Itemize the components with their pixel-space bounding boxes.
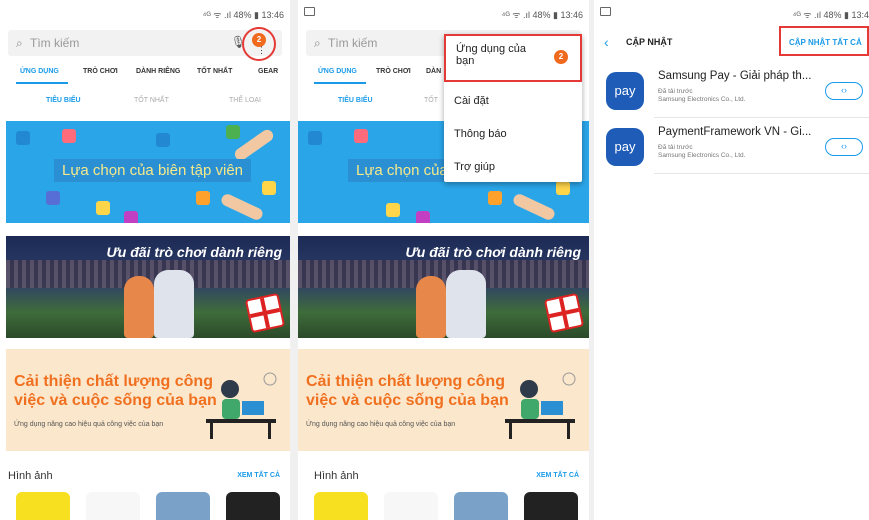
banner-productivity-line1: Cải thiện chất lượng công: [306, 373, 505, 390]
office-illustration: [505, 372, 576, 439]
tab-top[interactable]: TỐT NHẤT: [197, 68, 232, 75]
app-thumbnail[interactable]: [454, 492, 508, 520]
app-thumbnail[interactable]: [226, 492, 280, 520]
section-title: Hình ảnh: [8, 470, 53, 482]
banner-editor-choice-title: Lựa chọn của biên tập viên: [54, 159, 252, 182]
image-icon: [600, 7, 611, 16]
games-offer-banner[interactable]: Ưu đãi trò chơi dành riêng: [298, 236, 589, 338]
more-vert-icon: ⋮: [257, 45, 266, 55]
app-developer: Samsung Electronics Co., Ltd.: [658, 96, 746, 103]
editor-choice-banner[interactable]: Lựa chọn của biên tập viên: [6, 121, 290, 223]
more-options-button[interactable]: 2 ⋮: [242, 27, 276, 61]
status-bar: ⁴ᴳ ᯤ .ıl 48% ▮ 13:4: [594, 0, 869, 26]
banner-productivity-subtitle: Ứng dụng nâng cao hiệu quả công việc của…: [14, 421, 164, 428]
app-update-row[interactable]: pay Samsung Pay - Giải pháp th... Đã tải…: [594, 62, 869, 118]
productivity-banner[interactable]: Cải thiện chất lượng công việc và cuộc s…: [6, 349, 290, 451]
search-bar[interactable]: ⌕ Tìm kiếm 🎙 2 ⋮: [8, 27, 282, 61]
banner-productivity-subtitle: Ứng dụng nâng cao hiệu quả công việc của…: [306, 421, 456, 428]
banner-productivity-line2: việc và cuộc sống của bạn: [14, 392, 217, 409]
gift-icon: [543, 292, 585, 334]
update-button[interactable]: ‹›: [825, 82, 863, 100]
section-title: Hình ảnh: [314, 470, 359, 482]
update-button[interactable]: ‹›: [825, 138, 863, 156]
image-icon: [304, 7, 315, 16]
app-update-row[interactable]: pay PaymentFramework VN - Gi... Đã tải t…: [594, 118, 869, 174]
menu-item-notifications[interactable]: Thông báo: [444, 117, 582, 151]
search-placeholder: Tìm kiếm: [30, 36, 80, 50]
tab-apps[interactable]: ỨNG DỤNG: [20, 68, 59, 75]
banner-productivity-line2: việc và cuộc sống của bạn: [306, 392, 509, 409]
subtab-categories[interactable]: THỂ LOẠI: [229, 97, 261, 104]
see-all-link[interactable]: XEM TẤT CẢ: [237, 472, 280, 479]
banner-productivity-line1: Cải thiện chất lượng công: [14, 373, 213, 390]
update-all-label: CẬP NHẬT TẤT CẢ: [789, 38, 862, 47]
subtab-featured[interactable]: TIÊU BIỂU: [338, 97, 373, 104]
tab-gear[interactable]: GEAR: [258, 68, 278, 75]
images-section-header: Hình ảnh XEM TẤT CẢ: [314, 470, 581, 484]
tab-indicator: [16, 82, 68, 84]
search-icon: ⌕: [314, 36, 321, 50]
tab-games[interactable]: TRÒ CHƠI: [83, 68, 118, 75]
banner-games-title: Ưu đãi trò chơi dành riêng: [106, 244, 282, 260]
tab-indicator: [314, 82, 366, 84]
app-name: Samsung Pay - Giải pháp th...: [658, 70, 812, 82]
page-title: CẬP NHẬT: [626, 37, 673, 47]
search-icon: ⌕: [16, 36, 23, 50]
app-status: Đã tải trước: [658, 144, 693, 151]
app-thumbnail[interactable]: [86, 492, 140, 520]
see-all-link[interactable]: XEM TẤT CẢ: [536, 472, 579, 479]
samsung-pay-icon: pay: [606, 72, 644, 110]
status-bar: ⁴ᴳ ᯤ .ıl 48% ▮ 13:46: [0, 0, 290, 26]
banner-games-title: Ưu đãi trò chơi dành riêng: [405, 244, 581, 260]
gift-icon: [244, 292, 286, 334]
menu-item-label: Trợ giúp: [454, 161, 496, 173]
updates-header: ‹ CẬP NHẬT CẬP NHẬT TẤT CẢ: [594, 26, 869, 60]
row-divider: [654, 173, 869, 174]
galaxy-apps-menu-panel: ⁴ᴳ ᯤ .ıl 48% ▮ 13:46 ⌕ Tìm kiếm ỨNG DỤNG…: [298, 0, 589, 520]
app-thumbnail[interactable]: [16, 492, 70, 520]
panel-separator: [290, 0, 298, 520]
status-text: ⁴ᴳ ᯤ .ıl 48% ▮ 13:4: [792, 10, 869, 20]
subtab-top[interactable]: TỐT NHẤT: [134, 97, 169, 104]
banner-editor-choice-title: Lựa chọn của: [348, 159, 456, 182]
menu-badge: 2: [554, 50, 568, 64]
updates-panel: ⁴ᴳ ᯤ .ıl 48% ▮ 13:4 ‹ CẬP NHẬT CẬP NHẬT …: [594, 0, 869, 520]
menu-item-label: Cài đặt: [454, 95, 489, 107]
app-thumbnail[interactable]: [524, 492, 578, 520]
app-thumbnail[interactable]: [156, 492, 210, 520]
app-thumbnail[interactable]: [384, 492, 438, 520]
app-thumbnails: [306, 492, 589, 520]
back-arrow-icon[interactable]: ‹: [604, 34, 609, 50]
menu-item-help[interactable]: Trợ giúp: [444, 150, 582, 184]
app-developer: Samsung Electronics Co., Ltd.: [658, 152, 746, 159]
payment-framework-icon: pay: [606, 128, 644, 166]
status-text: ⁴ᴳ ᯤ .ıl 48% ▮ 13:46: [501, 10, 583, 20]
app-status: Đã tải trước: [658, 88, 693, 95]
overflow-menu: Ứng dụng của bạn 2 Cài đặt Thông báo Trợ…: [444, 34, 582, 182]
update-all-button[interactable]: CẬP NHẬT TẤT CẢ: [779, 26, 869, 56]
tab-exclusive[interactable]: DÀNH RIÊNG: [136, 68, 180, 75]
menu-item-your-apps[interactable]: Ứng dụng của bạn 2: [444, 34, 582, 82]
images-section-header: Hình ảnh XEM TẤT CẢ: [8, 470, 282, 484]
productivity-banner[interactable]: Cải thiện chất lượng công việc và cuộc s…: [298, 349, 589, 451]
sub-tabs: TIÊU BIỂU TỐT NHẤT THỂ LOẠI: [0, 97, 290, 111]
app-name: PaymentFramework VN - Gi...: [658, 126, 812, 138]
status-text: ⁴ᴳ ᯤ .ıl 48% ▮ 13:46: [202, 10, 284, 20]
tab-apps[interactable]: ỨNG DỤNG: [318, 68, 357, 75]
menu-item-label: Thông báo: [454, 128, 507, 140]
main-tabs: ỨNG DỤNG TRÒ CHƠI DÀNH RIÊNG TỐT NHẤT GE…: [0, 66, 290, 84]
menu-item-settings[interactable]: Cài đặt: [444, 84, 582, 118]
galaxy-apps-home-panel: ⁴ᴳ ᯤ .ıl 48% ▮ 13:46 ⌕ Tìm kiếm 🎙 2 ⋮ ỨN…: [0, 0, 290, 520]
subtab-featured[interactable]: TIÊU BIỂU: [46, 97, 81, 104]
app-thumbnail[interactable]: [314, 492, 368, 520]
office-illustration: [206, 372, 277, 439]
search-placeholder: Tìm kiếm: [328, 36, 378, 50]
app-thumbnails: [8, 492, 290, 520]
menu-item-label: Ứng dụng của bạn: [456, 43, 526, 67]
tab-games[interactable]: TRÒ CHƠI: [376, 68, 411, 75]
tab-exclusive[interactable]: DÀN: [426, 68, 441, 75]
games-offer-banner[interactable]: Ưu đãi trò chơi dành riêng: [6, 236, 290, 338]
status-bar: ⁴ᴳ ᯤ .ıl 48% ▮ 13:46: [298, 0, 589, 26]
subtab-top[interactable]: TỐT: [424, 97, 438, 104]
